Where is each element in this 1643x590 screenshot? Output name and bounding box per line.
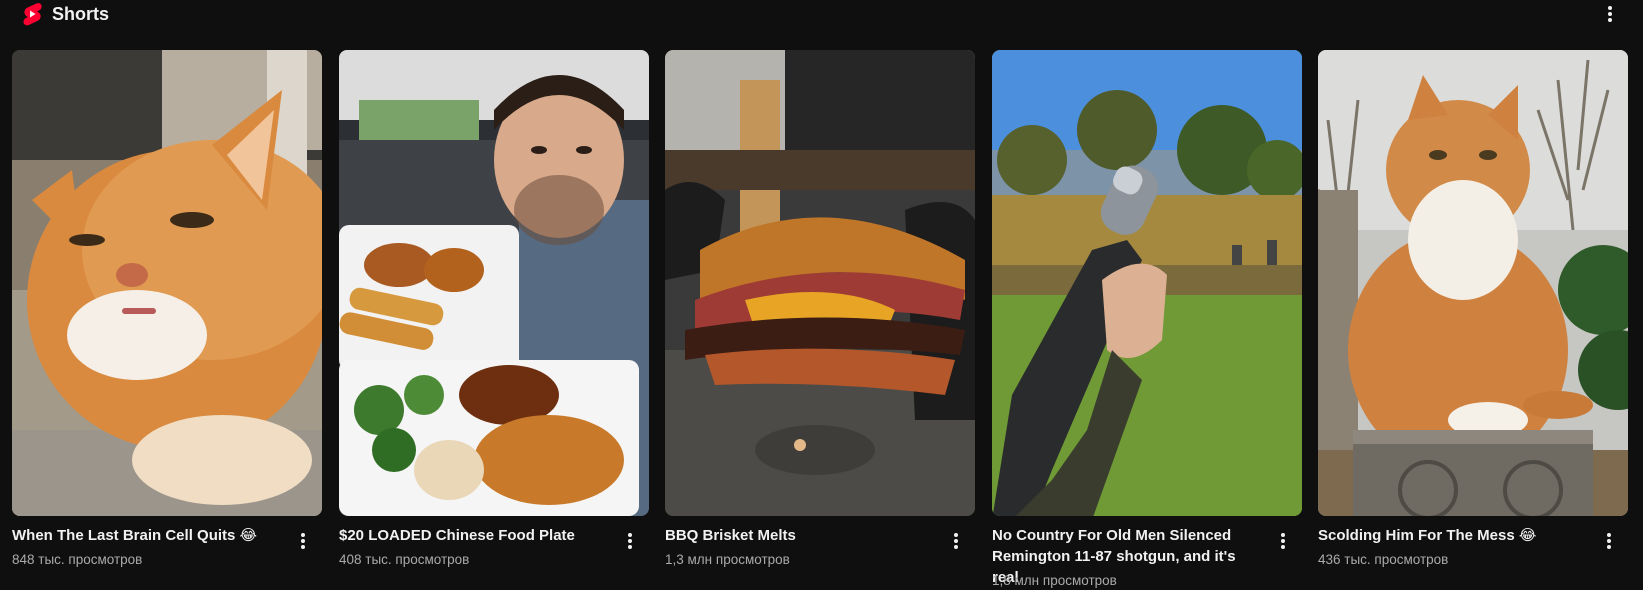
short-view-count: 436 тыс. просмотров [1318,552,1449,567]
short-view-count: 848 тыс. просмотров [12,552,143,567]
more-vertical-icon[interactable] [618,529,642,553]
short-thumbnail[interactable] [339,50,649,516]
more-vertical-icon[interactable] [291,529,315,553]
short-view-count: 1,8 млн просмотров [992,573,1117,588]
more-vertical-icon[interactable] [944,529,968,553]
short-card[interactable]: BBQ Brisket Melts 1,3 млн просмотров [665,50,975,590]
short-thumbnail[interactable] [992,50,1302,516]
short-card[interactable]: $20 LOADED Chinese Food Plate 408 тыс. п… [339,50,649,590]
shelf-more-icon[interactable] [1598,2,1622,26]
more-vertical-icon[interactable] [1271,529,1295,553]
short-title[interactable]: When The Last Brain Cell Quits 😂 [12,525,282,546]
short-view-count: 408 тыс. просмотров [339,552,470,567]
shorts-shelf-header: Shorts [0,0,1643,28]
short-card[interactable]: No Country For Old Men Silenced Remingto… [992,50,1302,590]
short-card[interactable]: Scolding Him For The Mess 😂 436 тыс. про… [1318,50,1628,590]
short-thumbnail[interactable] [665,50,975,516]
short-view-count: 1,3 млн просмотров [665,552,790,567]
youtube-shorts-logo-icon [23,3,42,26]
short-title[interactable]: $20 LOADED Chinese Food Plate [339,525,609,546]
shorts-grid: When The Last Brain Cell Quits 😂 848 тыс… [12,50,1630,590]
short-title[interactable]: BBQ Brisket Melts [665,525,935,546]
short-thumbnail[interactable] [1318,50,1628,516]
shelf-title: Shorts [52,4,110,24]
short-thumbnail[interactable] [12,50,322,516]
more-vertical-icon[interactable] [1597,529,1621,553]
short-title[interactable]: Scolding Him For The Mess 😂 [1318,525,1588,546]
short-card[interactable]: When The Last Brain Cell Quits 😂 848 тыс… [12,50,322,590]
